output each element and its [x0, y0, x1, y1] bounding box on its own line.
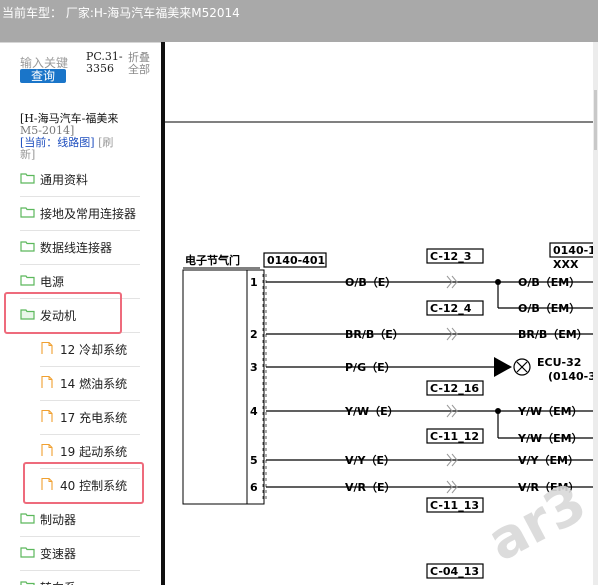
tree-item[interactable]: 17 充电系统 — [40, 400, 140, 435]
wire-connector-id: C-12_3 — [430, 250, 471, 263]
right-connector-sub: XXX — [553, 258, 579, 271]
wire-right-label: BR/B（EM） — [518, 328, 588, 341]
tree-item-label: 12 冷却系统 — [60, 343, 128, 357]
collapse-all-line2: 全部 — [128, 63, 150, 76]
wiring-diagram-svg: 电子节气门 0140-401 0140-10 XXX 1 O/B（E） O/B（EM… — [165, 121, 598, 579]
ecu-sub-label: (0140-3 — [548, 370, 596, 383]
tree-item-label: 变速器 — [40, 547, 77, 561]
tree-item-label: 制动器 — [40, 513, 77, 527]
throttle-component-box — [182, 269, 248, 505]
wire-right-label: O/B（EM） — [518, 302, 580, 315]
tree-item-label: 通用资料 — [40, 173, 89, 187]
wire-left-label: BR/B（E） — [345, 328, 404, 341]
connector-pin-block — [246, 269, 265, 505]
wire-right-label: V/Y（EM） — [518, 454, 579, 467]
tree-item[interactable]: 通用资料 — [20, 162, 140, 197]
wire-left-label: O/B（E） — [345, 276, 396, 289]
highlight-box — [4, 292, 122, 334]
window-title-bar: 当前车型： 厂家:H-海马汽车福美来M52014 — [0, 0, 598, 42]
wire-connector-id: C-12_4 — [430, 302, 472, 315]
right-connector-id: 0140-10 — [553, 244, 598, 257]
tree-item[interactable]: 转向系 — [20, 570, 140, 585]
extra-connector-id: C-04_13 — [430, 565, 479, 578]
ecu-label: ECU-32 — [537, 356, 581, 369]
extra-connectors: C-11_13 C-04_13 — [426, 497, 484, 579]
wire-left-label: V/R（E） — [345, 481, 396, 494]
refresh-link-part1[interactable]: [刷 — [98, 136, 113, 149]
connector-id: 0140-401 — [267, 254, 325, 267]
component-label: 电子节气门 — [185, 253, 240, 267]
wire-pin-number: 5 — [250, 454, 258, 467]
pc-code-line2: 3356 — [86, 62, 114, 75]
sidebar: 输入关键 查询 PC.31- 3356 折叠 全部 [H-海马汽车-福美来 M5… — [0, 42, 162, 585]
tree-item[interactable]: 接地及常用连接器 — [20, 196, 140, 231]
tree-item-label: 14 燃油系统 — [60, 377, 128, 391]
tree-item[interactable]: 数据线连接器 — [20, 230, 140, 265]
ecu-arrow — [494, 357, 512, 377]
tree-item[interactable]: 变速器 — [20, 536, 140, 571]
tree-item-label: 转向系 — [40, 579, 76, 585]
window-title: 当前车型： 厂家:H-海马汽车福美来M52014 — [2, 6, 240, 20]
wire-pin-number: 3 — [250, 361, 258, 374]
wire-right-label: Y/W（EM） — [517, 405, 583, 418]
wire-connector-id: C-12_16 — [430, 382, 479, 395]
tree-item[interactable]: 14 燃油系统 — [40, 366, 140, 401]
collapse-all-link[interactable]: 折叠 全部 — [128, 52, 158, 76]
wire-connector-id: C-11_12 — [430, 430, 479, 443]
tree-item-label: 19 起动系统 — [60, 445, 128, 459]
tree-item-label: 电源 — [40, 275, 65, 289]
wire-pin-number: 6 — [250, 481, 258, 494]
query-button[interactable]: 查询 — [20, 69, 66, 83]
tree-item-label: 接地及常用连接器 — [40, 207, 137, 221]
wire-pin-number: 1 — [250, 276, 258, 289]
diagram-scrollbar-thumb[interactable] — [594, 90, 597, 150]
pc-code: PC.31- 3356 — [86, 51, 123, 75]
wire-left-label: P/G（E） — [345, 361, 396, 374]
wire-layer: 1 O/B（E） O/B（EM） C-12_3 O/B（EM） 2 BR/B（E） BR/B（… — [250, 248, 597, 494]
tree-item-label: 数据线连接器 — [40, 241, 113, 255]
wire-left-label: V/Y（E） — [345, 454, 395, 467]
tree-item-label: 17 充电系统 — [60, 411, 128, 425]
tree-item[interactable]: 12 冷却系统 — [40, 332, 140, 367]
wiring-diagram: 电子节气门 0140-401 0140-10 XXX 1 O/B（E） O/B（EM… — [165, 42, 598, 585]
wire-right-label: O/B（EM） — [518, 276, 580, 289]
vehicle-info: [H-海马汽车-福美来 M5-2014] [当前：线路图] [刷 新] — [20, 113, 155, 161]
highlight-box — [23, 462, 144, 504]
wire-pin-number: 2 — [250, 328, 258, 341]
refresh-link-part2[interactable]: 新] — [20, 149, 155, 161]
wire-left-label: Y/W（E） — [344, 405, 399, 418]
tree-item[interactable]: 制动器 — [20, 502, 140, 537]
wire-right-label: Y/W（EM） — [517, 432, 583, 445]
wire-pin-number: 4 — [250, 405, 258, 418]
extra-connector-id: C-11_13 — [430, 499, 479, 512]
sidebar-top-border — [0, 42, 162, 43]
